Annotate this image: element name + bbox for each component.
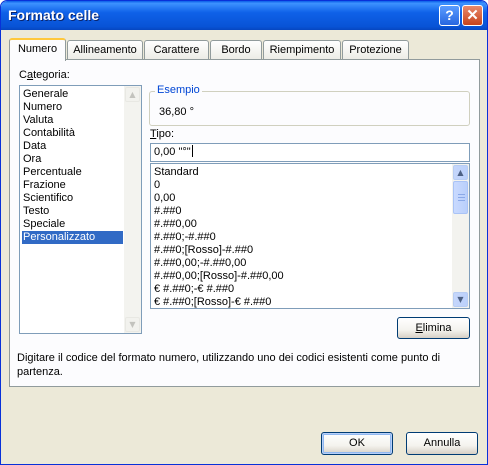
delete-button[interactable]: Elimina xyxy=(397,317,470,339)
sample-title: Esempio xyxy=(155,84,202,96)
window-title: Formato celle xyxy=(8,7,100,23)
grip-line xyxy=(458,197,465,198)
category-item-speciale[interactable]: Speciale xyxy=(22,218,123,231)
format-item[interactable]: #.##0 xyxy=(153,205,452,218)
up-arrow-icon: ▲ xyxy=(129,90,136,99)
tab-riempimento[interactable]: Riempimento xyxy=(263,40,341,60)
format-item[interactable]: € #.##0;[Rosso]-€ #.##0 xyxy=(153,296,452,308)
format-item[interactable]: Standard xyxy=(153,166,452,179)
title-bar[interactable]: Formato celle ? ✕ xyxy=(1,1,487,30)
format-scroll-down-button[interactable]: ▼ xyxy=(453,292,468,307)
tab-protezione[interactable]: Protezione xyxy=(342,40,409,60)
format-scroll-up-button[interactable]: ▲ xyxy=(453,165,468,180)
category-listbox[interactable]: Generale Numero Valuta Contabilità Data … xyxy=(19,85,142,334)
category-item-personalizzato[interactable]: Personalizzato xyxy=(22,231,123,244)
category-scrollbar[interactable]: ▲ ▼ xyxy=(124,86,141,333)
category-label: Categoria: xyxy=(19,69,70,81)
format-code-listbox[interactable]: Standard 0 0,00 #.##0 #.##0,00 #.##0;-#.… xyxy=(150,163,470,309)
category-item-generale[interactable]: Generale xyxy=(22,88,123,101)
up-arrow-icon: ▲ xyxy=(457,168,464,177)
tab-panel-numero: Categoria: Generale Numero Valuta Contab… xyxy=(9,59,480,387)
help-icon: ? xyxy=(445,7,454,23)
tab-bordo[interactable]: Bordo xyxy=(210,40,262,60)
category-item-contabilita[interactable]: Contabilità xyxy=(22,127,123,140)
category-item-frazione[interactable]: Frazione xyxy=(22,179,123,192)
format-item[interactable]: #.##0;[Rosso]-#.##0 xyxy=(153,244,452,257)
tab-carattere[interactable]: Carattere xyxy=(144,40,209,60)
description-line-2: partenza. xyxy=(17,366,63,378)
type-label: Tipo: xyxy=(150,128,175,140)
category-item-percentuale[interactable]: Percentuale xyxy=(22,166,123,179)
format-item[interactable]: #.##0,00;[Rosso]-#.##0,00 xyxy=(153,270,452,283)
type-format-input[interactable]: 0,00 "°" xyxy=(150,143,470,162)
description-line-1: Digitare il codice del formato numero, u… xyxy=(17,352,441,364)
format-item[interactable]: #.##0,00;-#.##0,00 xyxy=(153,257,452,270)
ok-button[interactable]: OK xyxy=(321,432,393,455)
format-item[interactable]: € #.##0;-€ #.##0 xyxy=(153,283,452,296)
category-item-scientifico[interactable]: Scientifico xyxy=(22,192,123,205)
close-button[interactable]: ✕ xyxy=(462,5,483,26)
down-arrow-icon: ▼ xyxy=(457,295,464,304)
format-item[interactable]: #.##0,00 xyxy=(153,218,452,231)
format-item[interactable]: #.##0;-#.##0 xyxy=(153,231,452,244)
close-icon: ✕ xyxy=(466,7,479,24)
text-caret xyxy=(191,145,193,157)
category-item-numero[interactable]: Numero xyxy=(22,101,123,114)
format-item[interactable]: 0 xyxy=(153,179,452,192)
tab-numero[interactable]: Numero xyxy=(9,38,66,61)
format-scrollbar[interactable]: ▲ ▼ xyxy=(452,164,469,308)
tab-allineamento[interactable]: Allineamento xyxy=(67,40,143,60)
grip-line xyxy=(458,200,465,201)
down-arrow-icon: ▼ xyxy=(129,320,136,329)
category-item-data[interactable]: Data xyxy=(22,140,123,153)
category-item-testo[interactable]: Testo xyxy=(22,205,123,218)
sample-value: 36,80 ° xyxy=(159,106,194,118)
grip-line xyxy=(458,194,465,195)
format-item[interactable]: 0,00 xyxy=(153,192,452,205)
cancel-button[interactable]: Annulla xyxy=(406,432,478,455)
category-scroll-down-button[interactable]: ▼ xyxy=(125,317,140,332)
format-scroll-thumb[interactable] xyxy=(453,181,468,214)
category-item-ora[interactable]: Ora xyxy=(22,153,123,166)
category-scroll-up-button[interactable]: ▲ xyxy=(125,87,140,102)
sample-groupbox: Esempio 36,80 ° xyxy=(149,84,470,126)
help-button[interactable]: ? xyxy=(439,5,460,26)
category-item-valuta[interactable]: Valuta xyxy=(22,114,123,127)
format-cells-dialog: Formato celle ? ✕ Numero Allineamento Ca… xyxy=(0,0,488,465)
